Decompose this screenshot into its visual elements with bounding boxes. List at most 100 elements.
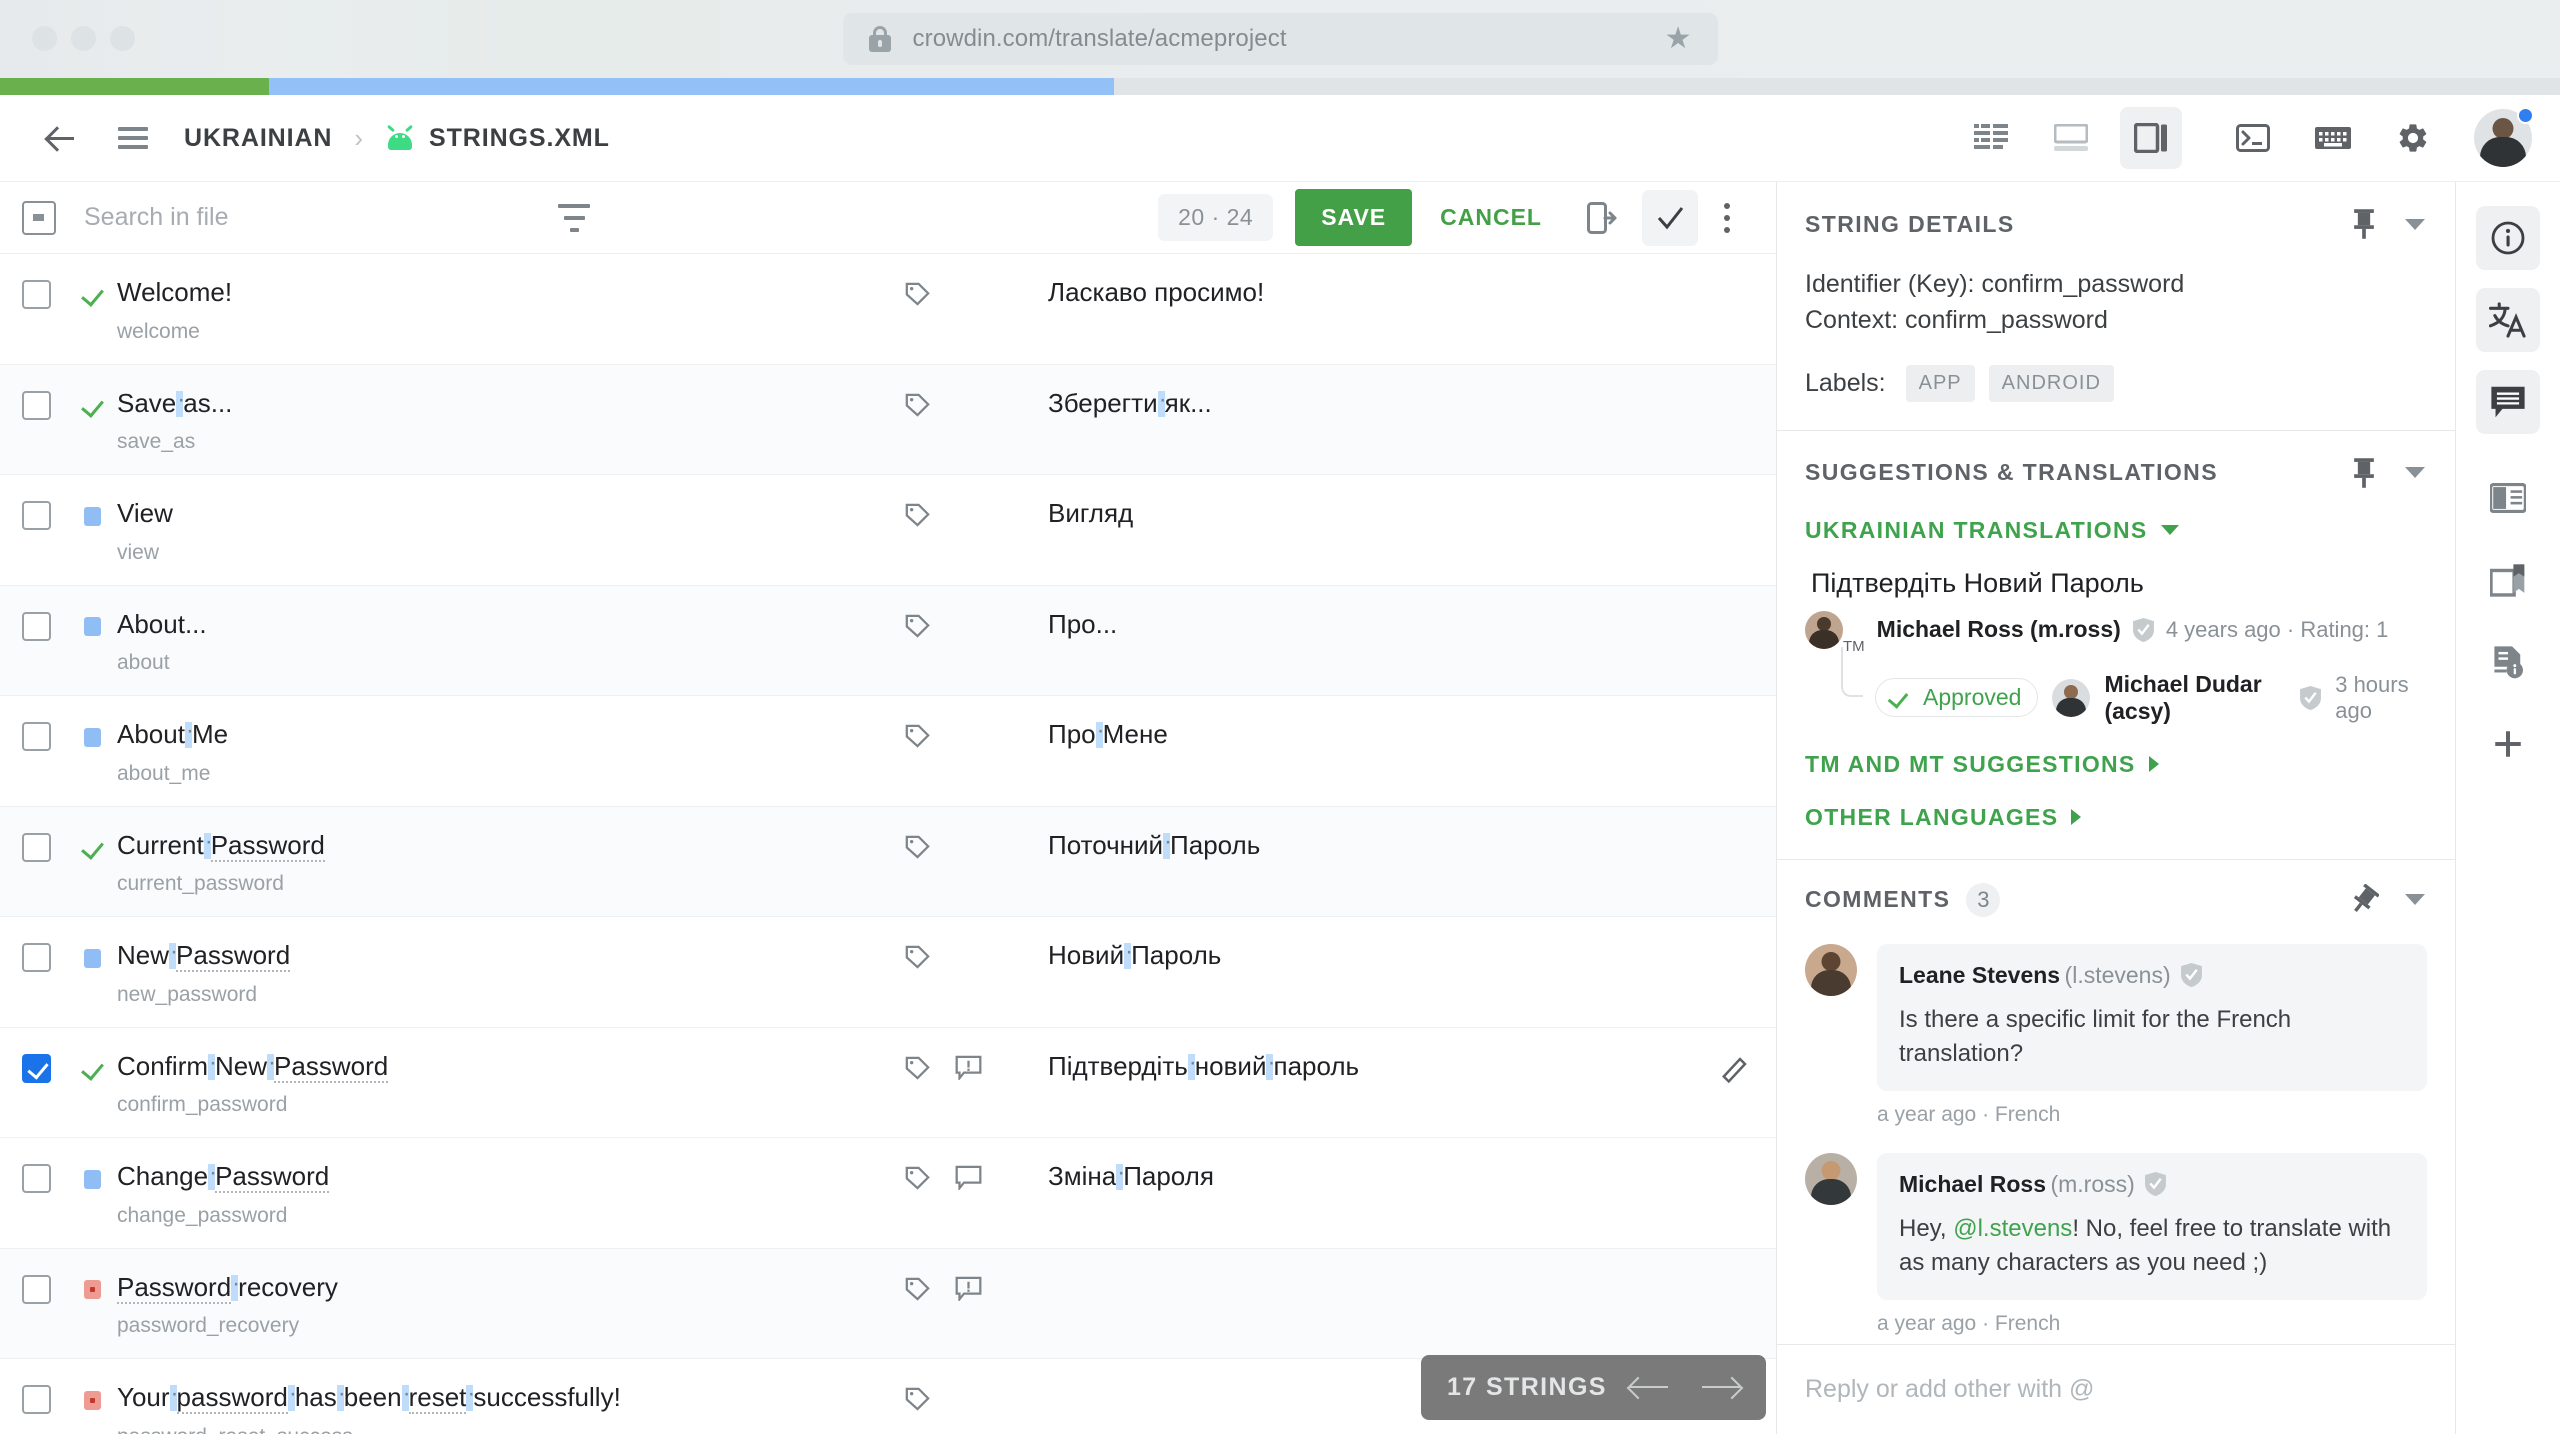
keyboard-shortcuts-button[interactable] [2302, 107, 2364, 169]
row-checkbox[interactable] [22, 501, 51, 531]
table-row[interactable]: CurrentPassword current_password ПоточнийП… [0, 806, 1776, 918]
tag-icon[interactable] [904, 723, 931, 750]
split-panel-view-button[interactable] [2120, 107, 2182, 169]
window-traffic-lights[interactable] [32, 26, 135, 51]
arrow-right-icon[interactable] [1702, 1375, 1740, 1401]
settings-button[interactable] [2382, 107, 2444, 169]
suggestion-text[interactable]: Підтвердіть Новий Пароль [1811, 568, 2427, 599]
table-row[interactable]: ChangePassword change_password ЗмінаПароля [0, 1138, 1776, 1249]
comment-alert-icon[interactable] [955, 1055, 982, 1080]
tag-icon[interactable] [904, 1276, 931, 1303]
row-checkbox[interactable] [22, 390, 51, 420]
tag-icon[interactable] [904, 613, 931, 640]
translation-column[interactable]: ПроМене [1034, 718, 1750, 751]
back-button[interactable] [34, 111, 88, 165]
breadcrumb-language[interactable]: UKRAINIAN [184, 124, 332, 153]
ukrainian-translations-group[interactable]: UKRAINIAN TRANSLATIONS [1805, 517, 2179, 544]
breadcrumb-file[interactable]: STRINGS.XML [429, 124, 610, 153]
minimize-window-button[interactable] [71, 26, 96, 51]
edit-pencil-icon[interactable] [1720, 1054, 1750, 1084]
tag-icon[interactable] [904, 834, 931, 861]
table-row[interactable]: NewPassword new_password НовийПароль [0, 917, 1776, 1028]
table-row[interactable]: Saveas... save_as Зберегтияк... [0, 364, 1776, 476]
row-checkbox[interactable] [22, 280, 51, 310]
copy-source-button[interactable] [1574, 190, 1630, 246]
rail-translate-button[interactable] [2476, 288, 2540, 352]
chevron-down-icon[interactable] [2405, 467, 2425, 478]
row-checkbox[interactable] [22, 611, 51, 641]
unpin-icon[interactable] [2349, 883, 2379, 916]
translation-column[interactable]: Підтвердітьновийпароль [1034, 1050, 1720, 1083]
save-button[interactable]: SAVE [1295, 189, 1413, 247]
suggestion-author-name[interactable]: Michael Ross (m.ross) [1877, 616, 2121, 643]
arrow-left-icon[interactable] [1630, 1375, 1668, 1401]
approved-badge[interactable]: Approved [1875, 678, 2039, 717]
tag-icon[interactable] [904, 1055, 931, 1082]
translation-column[interactable]: ЗмінаПароля [1034, 1160, 1750, 1193]
tag-icon[interactable] [904, 281, 931, 308]
table-row[interactable]: Passwordrecovery password_recovery [0, 1248, 1776, 1360]
table-row[interactable]: About... about Про... [0, 585, 1776, 697]
approver-name[interactable]: Michael Dudar (acsy) [2104, 671, 2286, 725]
filter-icon[interactable] [558, 203, 590, 232]
row-checkbox[interactable] [22, 1053, 51, 1083]
row-checkbox[interactable] [22, 722, 51, 752]
translation-column[interactable]: НовийПароль [1034, 939, 1750, 972]
user-mention[interactable]: @l.stevens [1953, 1215, 2072, 1242]
terminal-button[interactable] [2222, 107, 2284, 169]
other-languages-link[interactable]: OTHER LANGUAGES [1805, 804, 2082, 831]
translation-column[interactable]: ПоточнийПароль [1034, 829, 1750, 862]
tag-icon[interactable] [904, 1165, 931, 1192]
comment-icon[interactable] [955, 1165, 982, 1191]
chevron-down-icon[interactable] [2405, 894, 2425, 906]
translation-column[interactable]: Вигляд [1034, 497, 1750, 530]
row-checkbox[interactable] [22, 1274, 51, 1304]
comment-alert-icon[interactable] [955, 1276, 982, 1301]
rail-info-button[interactable] [2476, 206, 2540, 270]
row-checkbox[interactable] [22, 1385, 51, 1415]
bottom-panel-view-button[interactable] [2040, 107, 2102, 169]
user-avatar[interactable] [2474, 107, 2534, 167]
row-checkbox[interactable] [22, 1164, 51, 1194]
rail-comments-button[interactable] [2476, 370, 2540, 434]
address-bar[interactable]: crowdin.com/translate/acmeproject ★ [842, 13, 1718, 65]
rail-file-context-button[interactable] [2476, 630, 2540, 694]
tag-icon[interactable] [904, 502, 931, 529]
pin-icon[interactable] [2349, 208, 2379, 240]
pin-icon[interactable] [2349, 457, 2379, 489]
chevron-down-icon[interactable] [2405, 218, 2425, 230]
table-row[interactable]: Welcome! welcome Ласкаво просимо! [0, 254, 1776, 365]
maximize-window-button[interactable] [110, 26, 135, 51]
source-text: About... [117, 608, 904, 641]
rail-screenshot-button[interactable] [2476, 466, 2540, 530]
table-row[interactable]: ConfirmNewPassword confirm_password Підтве… [0, 1027, 1776, 1139]
comment-bubble[interactable]: Michael Ross (m.ross) Hey, @l.stevens! N… [1877, 1153, 2427, 1301]
verified-shield-icon [2181, 962, 2203, 987]
close-window-button[interactable] [32, 26, 57, 51]
approve-button[interactable] [1642, 189, 1698, 246]
translation-column[interactable]: Зберегтияк... [1034, 387, 1750, 420]
row-checkbox[interactable] [22, 832, 51, 862]
side-by-side-view-button[interactable] [1960, 107, 2022, 169]
tm-mt-suggestions-link[interactable]: TM AND MT SUGGESTIONS [1805, 751, 2159, 778]
menu-button[interactable] [106, 111, 160, 165]
tag-icon[interactable] [904, 392, 931, 419]
translation-column[interactable]: Ласкаво просимо! [1034, 276, 1750, 309]
translation-column[interactable]: Про... [1034, 608, 1750, 641]
search-input[interactable] [84, 203, 514, 233]
rail-glossary-button[interactable] [2476, 548, 2540, 612]
table-row[interactable]: View view Вигляд [0, 475, 1776, 586]
tag-icon[interactable] [904, 1386, 931, 1413]
row-checkbox[interactable] [22, 943, 51, 973]
rail-add-button[interactable] [2476, 712, 2540, 776]
tag-icon[interactable] [904, 944, 931, 971]
label-chip[interactable]: ANDROID [1988, 364, 2114, 402]
comment-bubble[interactable]: Leane Stevens (l.stevens) Is there a spe… [1877, 943, 2427, 1092]
table-row[interactable]: AboutMe about_me ПроМене [0, 696, 1776, 807]
reply-input[interactable] [1805, 1375, 2427, 1404]
star-icon[interactable]: ★ [1665, 24, 1692, 54]
collapse-rows-icon[interactable] [22, 200, 56, 235]
label-chip[interactable]: APP [1905, 364, 1975, 402]
more-options-button[interactable] [1704, 190, 1750, 246]
cancel-button[interactable]: CANCEL [1420, 189, 1562, 246]
